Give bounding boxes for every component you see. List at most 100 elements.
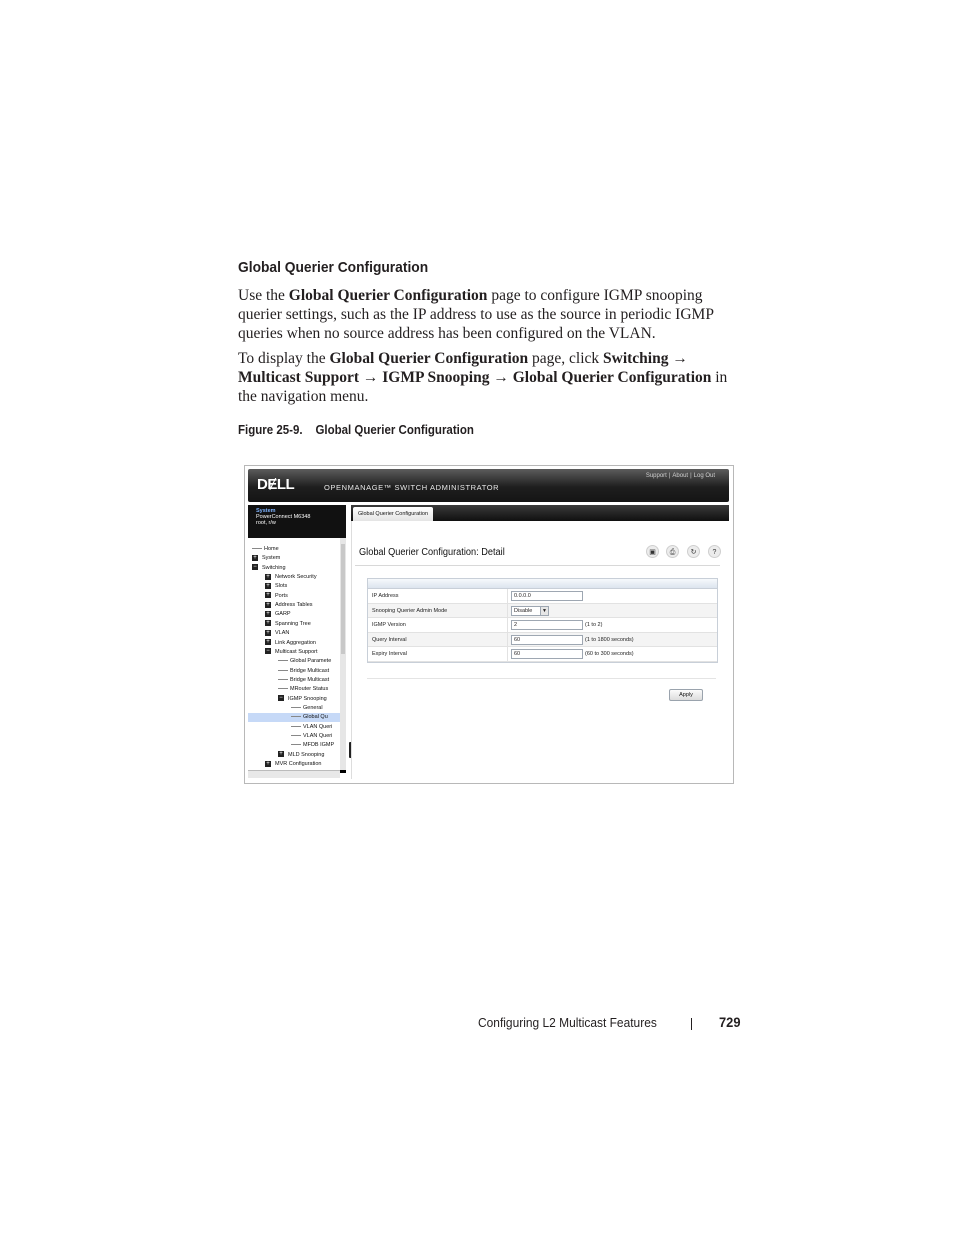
tree-line-icon xyxy=(252,548,262,550)
header-bar: DɆLL OPENMANAGE™ SWITCH ADMINISTRATOR Su… xyxy=(248,469,729,502)
figure-title: Global Querier Configuration xyxy=(315,423,474,437)
tree-line-icon xyxy=(278,678,288,680)
footer-chapter: Configuring L2 Multicast Features xyxy=(478,1015,657,1030)
nav-item-label: Slots xyxy=(275,583,288,590)
apply-divider xyxy=(367,678,716,679)
support-link[interactable]: Support xyxy=(644,473,669,479)
nav-item[interactable]: + Network Security xyxy=(265,573,317,582)
tree-line-icon xyxy=(278,660,288,662)
expiry-interval-input[interactable]: 60 xyxy=(511,649,583,659)
left-panel: System PowerConnect M6348 root, r/w Home… xyxy=(248,505,346,778)
nav-item[interactable]: + Slots xyxy=(265,582,287,591)
nav-item[interactable]: Bridge Multicast xyxy=(278,667,329,676)
dell-logo: DɆLL xyxy=(257,476,295,493)
bold-page-name: Global Querier Configuration xyxy=(288,287,488,304)
tab-global-querier-configuration[interactable]: Global Querier Configuration xyxy=(353,507,434,521)
nav-item[interactable]: − IGMP Snooping xyxy=(278,695,327,704)
field-label: IGMP Version xyxy=(372,622,406,628)
expand-icon[interactable]: + xyxy=(252,554,258,561)
form-row: IGMP Version 2 (1 to 2) xyxy=(368,618,717,633)
refresh-icon[interactable]: ↻ xyxy=(687,545,700,558)
admin-mode-select[interactable]: Disable ▼ xyxy=(511,605,549,616)
tab-bar: Global Querier Configuration xyxy=(351,505,729,521)
nav-item[interactable]: Global Qu xyxy=(248,713,340,723)
system-info: System PowerConnect M6348 root, r/w xyxy=(248,505,346,538)
querier-form: IP Address 0.0.0.0 Snooping Querier Admi… xyxy=(367,578,718,663)
tree-line-icon xyxy=(291,716,301,718)
title-divider xyxy=(355,565,720,566)
nav-item[interactable]: + System xyxy=(252,554,280,563)
form-row: Expiry Interval 60 (60 to 300 seconds) xyxy=(368,647,717,662)
expand-icon[interactable]: + xyxy=(265,601,271,608)
field-label: Query Interval xyxy=(372,636,407,643)
form-row: IP Address 0.0.0.0 xyxy=(368,589,717,604)
chevron-down-icon[interactable]: ▼ xyxy=(540,606,548,615)
field-label: Snooping Querier Admin Mode xyxy=(372,607,448,614)
navigation-tree: Home + System − Switching + Network Security + S… xyxy=(248,538,341,770)
navigation-paragraph: To display the Global Querier Configurat… xyxy=(238,349,743,406)
field-label: Expiry Interval xyxy=(372,651,407,657)
nav-item-label: MFDB IGMP xyxy=(303,742,335,749)
nav-item[interactable]: VLAN Queri xyxy=(291,732,332,741)
nav-item-label: VLAN Queri xyxy=(303,723,333,730)
expand-icon[interactable]: + xyxy=(265,582,271,589)
nav-item[interactable]: MFDB IGMP xyxy=(291,741,334,750)
nav-item-label: General xyxy=(303,704,323,711)
expand-icon[interactable]: + xyxy=(265,592,271,599)
nav-item[interactable]: + Spanning Tree xyxy=(265,620,311,629)
nav-item[interactable]: + GARP xyxy=(265,610,291,619)
apply-button[interactable]: Apply xyxy=(669,689,703,701)
nav-item[interactable]: + Link Aggregation xyxy=(265,639,316,648)
expand-icon[interactable]: + xyxy=(265,610,271,617)
nav-item[interactable]: + Address Tables xyxy=(265,601,313,610)
nav-item-label: GARP xyxy=(275,611,291,618)
nav-horizontal-scrollbar[interactable] xyxy=(248,770,340,778)
nav-item-label: Bridge Multicast xyxy=(290,676,330,683)
nav-item[interactable]: − Switching xyxy=(252,564,286,573)
expand-icon[interactable]: + xyxy=(265,620,271,627)
logout-link[interactable]: Log Out xyxy=(692,473,717,479)
help-icon[interactable]: ? xyxy=(708,545,721,558)
nav-item-label: VLAN Queri xyxy=(303,733,333,739)
collapse-icon[interactable]: − xyxy=(252,564,258,571)
nav-item[interactable]: General xyxy=(291,704,323,713)
scroll-thumb[interactable] xyxy=(341,544,345,654)
nav-item-label: Global Qu xyxy=(303,714,328,721)
igmp-version-input[interactable]: 2 xyxy=(511,620,583,630)
bold-page-name: Global Querier Configuration xyxy=(329,350,529,367)
field-range: (1 to 2) xyxy=(585,622,603,628)
nav-item[interactable]: Home xyxy=(252,545,279,554)
nav-item[interactable]: − Multicast Support xyxy=(265,648,318,657)
query-interval-input[interactable]: 60 xyxy=(511,634,583,645)
form-row: Query Interval 60 (1 to 1800 seconds) xyxy=(368,632,717,647)
collapse-icon[interactable]: − xyxy=(265,648,271,655)
tree-line-icon xyxy=(291,744,301,746)
nav-item[interactable]: + MVR Configuration xyxy=(265,760,321,769)
expand-icon[interactable]: + xyxy=(265,639,271,646)
expand-icon[interactable]: + xyxy=(265,629,271,636)
nav-item-label: Network Security xyxy=(275,574,317,581)
nav-item[interactable]: MRouter Status xyxy=(278,685,328,694)
about-link[interactable]: About xyxy=(670,473,690,479)
tree-line-icon xyxy=(291,706,301,708)
nav-scrollbar[interactable] xyxy=(340,538,346,770)
print-icon[interactable]: ⎙ xyxy=(666,545,679,558)
expand-icon[interactable]: + xyxy=(265,760,271,767)
field-range: (1 to 1800 seconds) xyxy=(585,636,634,643)
content-area: Global Querier Configuration: Detail ▣ ⎙… xyxy=(351,521,730,779)
product-name: OPENMANAGE™ SWITCH ADMINISTRATOR xyxy=(324,483,500,492)
nav-item[interactable]: + Ports xyxy=(265,592,288,601)
nav-item-label: Ports xyxy=(275,592,288,599)
nav-item[interactable]: Global Paramete xyxy=(278,657,331,666)
nav-item[interactable]: VLAN Queri xyxy=(291,723,332,732)
nav-item[interactable]: Bridge Multicast xyxy=(278,676,329,685)
text-run: Use the xyxy=(238,287,289,304)
nav-item[interactable]: + MLD Snooping xyxy=(278,751,324,760)
collapse-icon[interactable]: − xyxy=(278,695,284,702)
nav-item-label: Switching xyxy=(262,564,286,571)
expand-icon[interactable]: + xyxy=(265,573,271,580)
nav-item[interactable]: + VLAN xyxy=(265,629,289,638)
ip-address-input[interactable]: 0.0.0.0 xyxy=(511,591,583,601)
expand-icon[interactable]: + xyxy=(278,751,284,758)
save-icon[interactable]: ▣ xyxy=(646,545,659,558)
